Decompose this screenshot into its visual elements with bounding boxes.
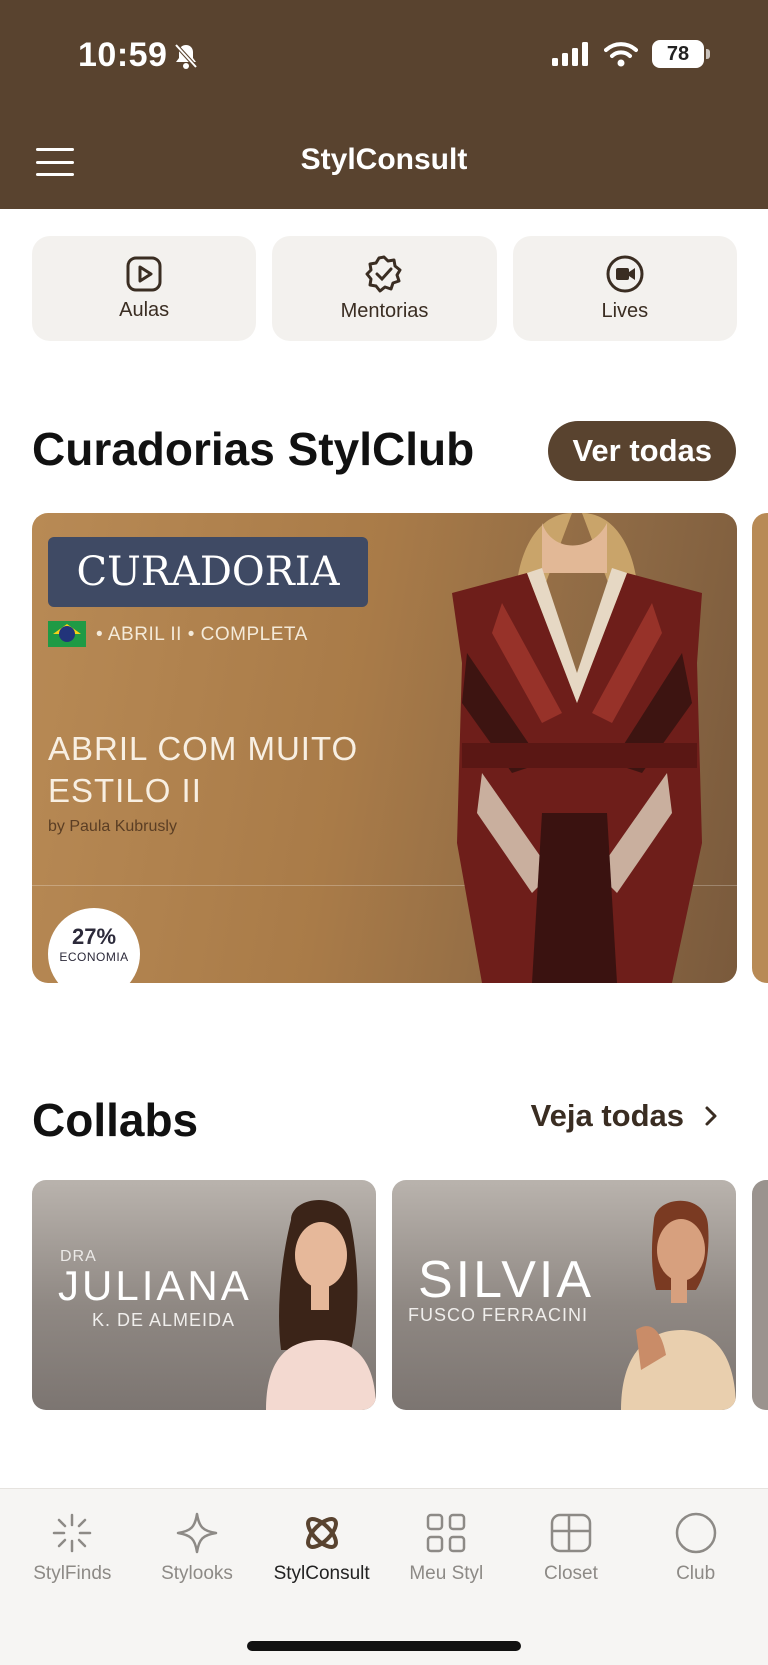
tab-label: Closet (544, 1563, 598, 1584)
banner-author: by Paula Kubrusly (48, 818, 177, 835)
screen: 10:59 78 StylConsult Aulas Mentorias Liv… (0, 0, 768, 1665)
video-camera-icon (606, 255, 644, 293)
section-title-collabs: Collabs (32, 1094, 199, 1146)
curadoria-banner[interactable]: CURADORIA • ABRIL II • COMPLETA ABRIL CO… (32, 513, 737, 983)
app-header: 10:59 78 StylConsult (0, 0, 768, 209)
next-banner-peek[interactable] (752, 513, 768, 983)
chevron-right-icon (705, 1106, 717, 1126)
collab-card-juliana[interactable]: DRA JULIANA K. DE ALMEIDA (32, 1180, 376, 1410)
section-title-curadorias: Curadorias StylClub (32, 423, 475, 475)
clock: 10:59 (78, 36, 168, 74)
quick-action-aulas[interactable]: Aulas (32, 236, 257, 341)
tab-label: Meu Styl (409, 1563, 484, 1584)
grid-icon (427, 1513, 466, 1553)
quick-action-label: Mentorias (340, 300, 429, 322)
quick-action-label: Lives (601, 300, 649, 322)
banner-edition: • ABRIL II • COMPLETA (96, 624, 308, 645)
collab-portrait (266, 1200, 376, 1410)
brazil-flag-icon (48, 621, 86, 647)
signal-icon (552, 42, 588, 66)
model-photo (452, 513, 702, 983)
tab-label: StylConsult (273, 1563, 370, 1584)
tab-club[interactable]: Club (637, 1511, 755, 1585)
home-indicator[interactable] (247, 1641, 521, 1651)
quick-action-lives[interactable]: Lives (512, 236, 737, 341)
status-indicators: 78 (552, 40, 710, 68)
collab-subtitle: K. DE ALMEIDA (92, 1310, 236, 1330)
sparkle-burst-icon (53, 1513, 92, 1553)
tab-stylconsult[interactable]: StylConsult (263, 1511, 381, 1585)
tab-label: Stylooks (161, 1563, 233, 1584)
tab-closet[interactable]: Closet (512, 1511, 630, 1585)
quick-actions: Aulas Mentorias Lives (32, 236, 737, 341)
closet-icon (550, 1513, 592, 1553)
veja-todas-link[interactable]: Veja todas (531, 1098, 718, 1134)
tab-meu-styl[interactable]: Meu Styl (387, 1511, 505, 1585)
collab-name: SILVIA (418, 1251, 595, 1309)
battery-indicator: 78 (652, 40, 710, 68)
wifi-icon (604, 42, 638, 67)
circle-icon (675, 1512, 716, 1554)
discount-label: ECONOMIA (59, 950, 129, 964)
tab-label: StylFinds (33, 1563, 112, 1584)
banner-headline: ABRIL COM MUITO ESTILO II (48, 730, 359, 809)
quick-action-label: Aulas (119, 299, 170, 321)
curadoria-badge: CURADORIA (48, 537, 368, 607)
collab-name: JULIANA (58, 1262, 252, 1309)
veja-todas-label: Veja todas (530, 1098, 684, 1133)
play-square-icon (126, 256, 162, 292)
page-title: StylConsult (300, 143, 468, 176)
star-icon (176, 1512, 218, 1554)
atom-icon (305, 1517, 338, 1549)
ver-todas-button[interactable]: Ver todas (548, 421, 736, 481)
collab-card-silvia[interactable]: SILVIA FUSCO FERRACINI (392, 1180, 736, 1410)
collab-portrait (621, 1200, 736, 1410)
badge-check-icon (365, 255, 402, 293)
discount-badge: 27% ECONOMIA (48, 908, 140, 983)
discount-value: 27% (71, 924, 117, 949)
next-collab-peek[interactable] (752, 1180, 768, 1410)
bottom-tab-bar: StylFinds Stylooks StylConsult Meu Styl … (0, 1488, 768, 1665)
status-time: 10:59 (78, 36, 199, 75)
tab-label: Club (676, 1563, 716, 1584)
tab-stylooks[interactable]: Stylooks (138, 1511, 256, 1585)
quick-action-mentorias[interactable]: Mentorias (272, 236, 497, 341)
tab-stylfinds[interactable]: StylFinds (13, 1511, 131, 1585)
bell-slash-icon (174, 43, 198, 69)
collab-subtitle: FUSCO FERRACINI (408, 1305, 589, 1325)
